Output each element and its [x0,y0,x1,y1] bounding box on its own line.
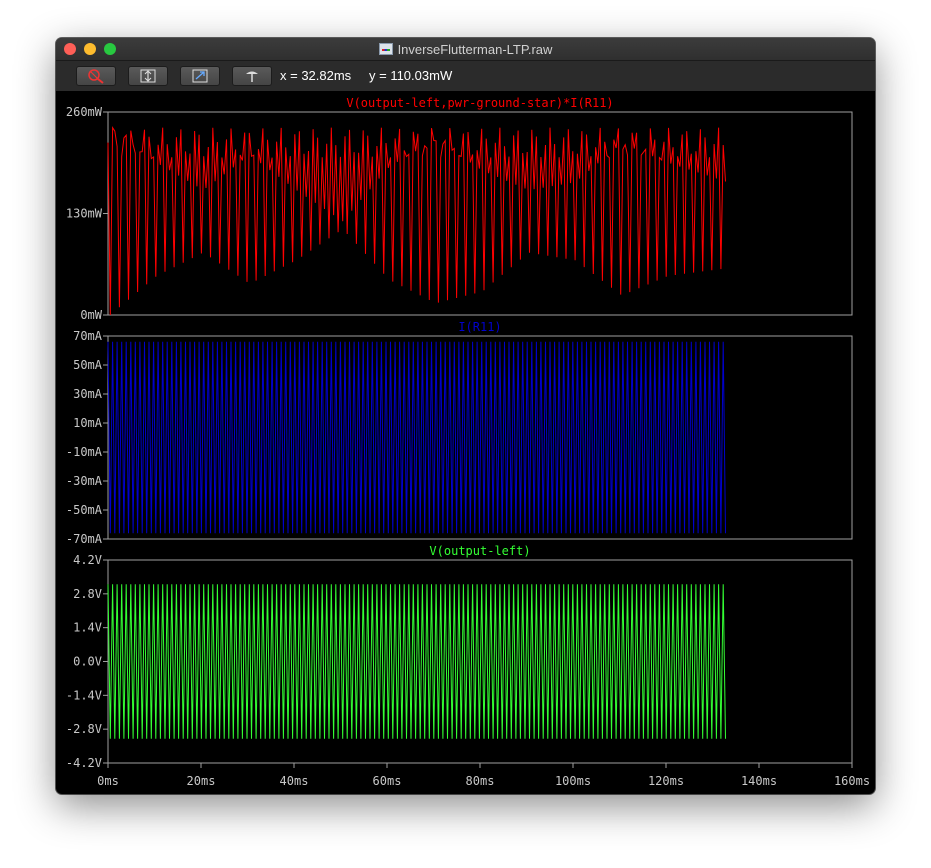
y-tick-label: 130mW [66,207,103,221]
x-tick-label: 0ms [97,774,119,788]
y-tick-label: 260mW [66,105,103,119]
x-tick-label: 120ms [648,774,684,788]
y-tick-label: 0mW [80,308,102,322]
panel-3-title: V(output-left) [429,544,530,558]
y-tick-label: -50mA [66,503,103,517]
y-tick-label: 30mA [73,387,103,401]
y-tick-label: -10mA [66,445,103,459]
y-tick-label: -70mA [66,532,103,546]
y-tick-label: 50mA [73,358,103,372]
y-tick-label: -4.2V [66,756,102,770]
y-tick-label: -30mA [66,474,103,488]
x-tick-label: 100ms [555,774,591,788]
plot-area[interactable]: V(output-left,pwr-ground-star)*I(R11) 260… [0,0,931,868]
x-tick-label: 20ms [187,774,216,788]
y-tick-label: 1.4V [73,621,102,635]
x-tick-label: 80ms [466,774,495,788]
panel-2-title: I(R11) [458,320,501,334]
y-tick-label: 10mA [73,416,103,430]
x-tick-label: 40ms [280,774,309,788]
y-tick-label: 2.8V [73,587,102,601]
y-tick-label: -1.4V [66,688,102,702]
panel-1-frame [107,111,853,316]
y-tick-label: 70mA [73,329,103,343]
x-tick-label: 140ms [741,774,777,788]
x-tick-label: 160ms [834,774,870,788]
panel-1-title: V(output-left,pwr-ground-star)*I(R11) [346,96,613,110]
y-tick-label: 4.2V [73,553,102,567]
y-tick-label: -2.8V [66,722,102,736]
series-i-r11-trace [107,341,726,534]
series-v-output-left-trace [107,584,726,739]
x-tick-label: 60ms [373,774,402,788]
y-tick-label: 0.0V [73,655,102,669]
series-v-output-left-pwr-ground-star-i-r11-trace [107,126,726,316]
